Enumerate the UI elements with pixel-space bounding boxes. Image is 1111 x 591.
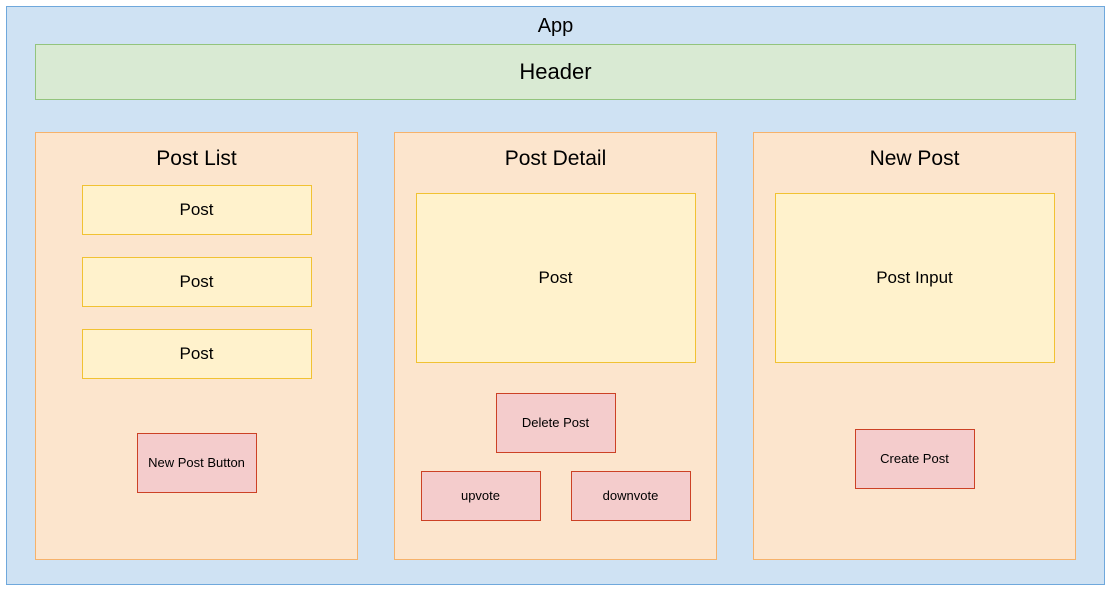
downvote-label: downvote <box>603 488 659 505</box>
list-item[interactable]: Post <box>82 185 312 235</box>
new-post-title: New Post <box>870 133 960 185</box>
post-label: Post <box>179 272 213 292</box>
delete-post-button[interactable]: Delete Post <box>496 393 616 453</box>
list-item[interactable]: Post <box>82 257 312 307</box>
header-label: Header <box>519 59 591 84</box>
columns-row: Post List Post Post Post New Post Button… <box>35 132 1076 560</box>
post-input[interactable]: Post Input <box>775 193 1055 363</box>
post-label: Post <box>179 200 213 220</box>
downvote-button[interactable]: downvote <box>571 471 691 521</box>
vote-row: upvote downvote <box>421 471 691 521</box>
post-input-label: Post Input <box>876 268 953 288</box>
new-post-button-label: New Post Button <box>148 455 245 472</box>
delete-post-label: Delete Post <box>522 415 589 432</box>
post-detail-body: Post <box>416 193 696 363</box>
post-detail-column: Post Detail Post Delete Post upvote down… <box>394 132 717 560</box>
upvote-button[interactable]: upvote <box>421 471 541 521</box>
new-post-column: New Post Post Input Create Post <box>753 132 1076 560</box>
header-box: Header <box>35 44 1076 100</box>
list-item[interactable]: Post <box>82 329 312 379</box>
post-label: Post <box>179 344 213 364</box>
new-post-button[interactable]: New Post Button <box>137 433 257 493</box>
app-container: App Header Post List Post Post Post New … <box>6 6 1105 585</box>
post-detail-title: Post Detail <box>505 133 607 185</box>
post-list-title: Post List <box>156 133 237 185</box>
create-post-button[interactable]: Create Post <box>855 429 975 489</box>
app-title: App <box>7 7 1104 44</box>
create-post-label: Create Post <box>880 451 949 468</box>
upvote-label: upvote <box>461 488 500 505</box>
post-detail-label: Post <box>538 268 572 288</box>
post-list-column: Post List Post Post Post New Post Button <box>35 132 358 560</box>
